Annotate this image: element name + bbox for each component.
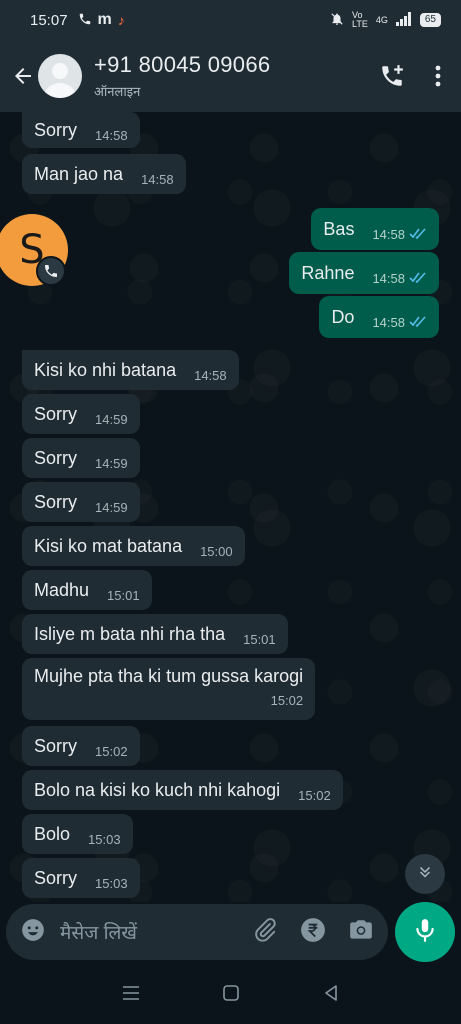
message-time: 15:02 [298,787,331,803]
message-bubble[interactable]: Man jao na 14:58 [22,154,186,194]
message-bubble[interactable]: Sorry 14:58 [22,112,140,148]
message-time: 15:00 [200,543,233,559]
volte-icon: Vo LTE [352,10,368,29]
message-text: Sorry [34,867,78,888]
read-receipt-icon [409,227,427,242]
add-call-icon[interactable] [379,63,405,89]
message-text: Sorry [34,491,78,512]
message-bubble[interactable]: Mujhe pta tha ki tum gussa karogi 15:02 [22,658,316,720]
message-text: Madhu [34,579,90,600]
message-bubble[interactable]: Rahne 14:58 [289,252,439,294]
message-text: Bas [323,218,355,239]
message-time: 15:03 [95,875,128,891]
contact-status: ऑनलाइन [94,84,141,99]
nav-back-icon[interactable] [322,984,340,1007]
message-text: Kisi ko nhi batana [34,359,177,380]
more-options-icon[interactable] [435,65,441,87]
silent-bell-icon [330,12,344,29]
microphone-icon [412,917,438,948]
message-bubble[interactable]: Bas 14:58 [311,208,439,250]
message-time: 14:59 [95,411,128,427]
emoji-icon[interactable] [20,917,46,948]
message-time: 15:01 [107,587,140,603]
system-nav-bar [0,966,461,1024]
message-text: Do [331,306,355,327]
message-bubble[interactable]: Sorry 14:59 [22,482,140,522]
contact-info[interactable]: +91 80045 09066 ऑनलाइन [94,52,270,100]
message-time: 14:58 [372,226,405,242]
status-time: 15:07 [30,11,68,29]
message-input[interactable]: मैसेज लिखें [60,919,252,945]
message-time: 15:03 [88,831,121,847]
contact-name: +91 80045 09066 [94,52,271,77]
battery-icon: 65 [419,13,441,27]
message-bubble[interactable]: Bolo na kisi ko kuch nhi kahogi 15:02 [22,770,343,810]
message-text: Kisi ko mat batana [34,535,183,556]
message-bubble[interactable]: Sorry 14:59 [22,394,140,434]
message-time: 14:58 [95,127,128,143]
message-text: Bolo na kisi ko kuch nhi kahogi [34,779,281,800]
message-time: 14:59 [95,455,128,471]
attach-icon[interactable] [252,917,278,948]
message-text: Sorry [34,119,78,140]
back-arrow-icon[interactable] [10,63,36,89]
message-text: Sorry [34,735,78,756]
message-text: Sorry [34,403,78,424]
rupee-payment-icon[interactable] [300,917,326,948]
home-icon[interactable] [222,984,240,1007]
message-bubble[interactable]: Sorry 14:59 [22,438,140,478]
message-text: Isliye m bata nhi rha tha [34,623,226,644]
message-time: 14:58 [194,367,227,383]
message-time: 14:59 [95,499,128,515]
message-bubble[interactable]: Madhu 15:01 [22,570,152,610]
camera-icon[interactable] [348,917,374,948]
message-bubble[interactable]: Sorry 15:02 [22,726,140,766]
message-bubble[interactable]: Bolo 15:03 [22,814,133,854]
message-text: Rahne [301,262,355,283]
message-text: Bolo [34,823,71,844]
message-text: Man jao na [34,163,124,184]
phone-call-icon [78,12,92,29]
message-bubble[interactable]: Kisi ko mat batana 15:00 [22,526,245,566]
message-text: Sorry [34,447,78,468]
message-bubble[interactable]: Do 14:58 [319,296,439,338]
m-app-icon: m [97,11,112,28]
message-bubble[interactable]: Isliye m bata nhi rha tha 15:01 [22,614,288,654]
tiktok-icon: ♪ [117,12,125,28]
read-receipt-icon [409,271,427,286]
scroll-down-button[interactable] [405,854,445,894]
contact-avatar[interactable] [38,54,82,98]
call-badge-icon [36,256,66,286]
message-text: Mujhe pta tha ki tum gussa karogi [34,666,304,686]
message-time: 15:02 [95,743,128,759]
signal-icon [395,11,412,29]
message-bubble[interactable]: Kisi ko nhi batana 14:58 [22,350,239,390]
message-time: 14:58 [141,171,174,187]
read-receipt-icon [409,315,427,330]
chat-area[interactable]: Sorry 14:58 Man jao na 14:58 Bas 14:58 R… [0,112,461,902]
status-bar: 15:07 m ♪ Vo LTE 4G 65 [0,0,461,40]
message-time: 14:58 [372,314,405,330]
message-time: 14:58 [372,270,405,286]
double-chevron-down-icon [416,863,434,886]
message-time: 15:01 [243,631,276,647]
network-type: 4G [375,15,388,25]
recent-apps-icon[interactable] [121,984,141,1007]
chat-header: +91 80045 09066 ऑनलाइन [0,40,461,112]
message-composer: मैसेज लिखें [6,904,388,960]
voice-message-button[interactable] [395,902,455,962]
message-time: 15:02 [270,693,304,708]
message-bubble[interactable]: Sorry 15:03 [22,858,140,898]
